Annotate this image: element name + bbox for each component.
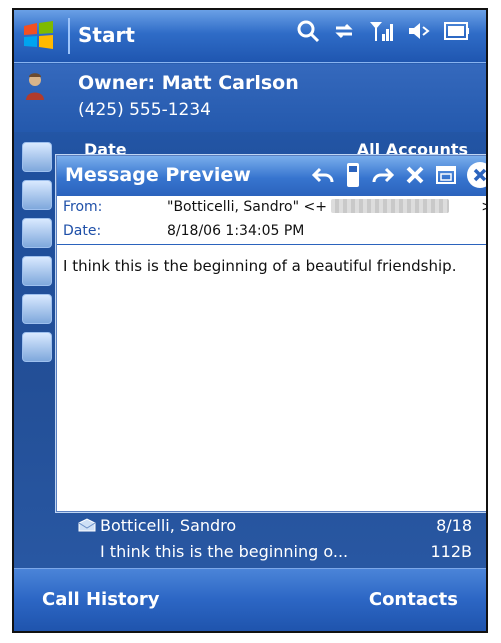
owner-phone: (425) 555-1234 [78, 100, 211, 120]
tasks-icon[interactable] [22, 180, 52, 210]
forward-icon[interactable] [371, 163, 395, 187]
owner-name: Owner: Matt Carlson [78, 72, 299, 94]
calendar-icon[interactable] [22, 142, 52, 172]
list-size: 112B [430, 542, 472, 561]
signal-icon[interactable] [368, 19, 394, 43]
date-row: Date: 8/18/06 1:34:05 PM [57, 220, 486, 244]
call-history-softkey[interactable]: Call History [42, 589, 160, 610]
title-bar: Start [14, 10, 486, 63]
reply-icon[interactable] [311, 163, 335, 187]
list-date: 8/18 [436, 516, 472, 535]
popup-toolbar [311, 160, 488, 190]
popup-title: Message Preview [65, 164, 251, 186]
window-icon[interactable] [435, 164, 457, 186]
owner-panel[interactable]: Owner: Matt Carlson (425) 555-1234 [14, 64, 486, 132]
contacts-card-icon[interactable] [22, 218, 52, 248]
message-header-fields: From: "Botticelli, Sandro" <+ > Date: 8/… [57, 196, 486, 245]
list-sender: Botticelli, Sandro [100, 516, 237, 535]
phone-icon[interactable] [343, 162, 363, 188]
notes-icon[interactable] [22, 256, 52, 286]
search-icon[interactable] [296, 19, 320, 43]
windows-flag-icon[interactable] [22, 20, 56, 50]
device-frame: Start Owner: Matt Carlson (425) 555-1234… [12, 8, 488, 633]
contacts-softkey[interactable]: Contacts [369, 589, 458, 610]
message-preview-dialog: Message Preview From: "Botticelli, Sandr… [56, 155, 488, 512]
messaging-icon[interactable] [22, 294, 52, 324]
from-sender: "Botticelli, Sandro" <+ [167, 199, 327, 215]
redacted-address [330, 199, 449, 213]
volume-icon[interactable] [406, 19, 432, 43]
from-value[interactable]: "Botticelli, Sandro" <+ [167, 199, 449, 215]
list-preview: I think this is the beginning o... [100, 542, 349, 561]
favorites-star-icon[interactable] [22, 332, 52, 362]
date-label: Date: [63, 223, 102, 239]
title-divider [68, 18, 70, 54]
left-icon-column [22, 142, 52, 370]
start-label[interactable]: Start [78, 23, 135, 47]
delete-icon[interactable] [403, 163, 427, 187]
message-list-item[interactable]: Botticelli, Sandro 8/18 I think this is … [78, 514, 472, 572]
sync-icon[interactable] [332, 19, 356, 43]
from-end: > [481, 199, 486, 215]
from-label: From: [63, 199, 103, 215]
from-row: From: "Botticelli, Sandro" <+ > [57, 196, 486, 220]
status-icons [296, 19, 470, 43]
battery-icon[interactable] [444, 19, 470, 43]
owner-avatar-icon [26, 73, 44, 100]
mail-read-icon [78, 518, 96, 532]
message-body: I think this is the beginning of a beaut… [63, 257, 457, 275]
softkey-bar: Call History Contacts [14, 568, 486, 631]
close-icon[interactable] [465, 160, 488, 190]
popup-header: Message Preview [57, 156, 488, 196]
date-value: 8/18/06 1:34:05 PM [167, 223, 305, 239]
